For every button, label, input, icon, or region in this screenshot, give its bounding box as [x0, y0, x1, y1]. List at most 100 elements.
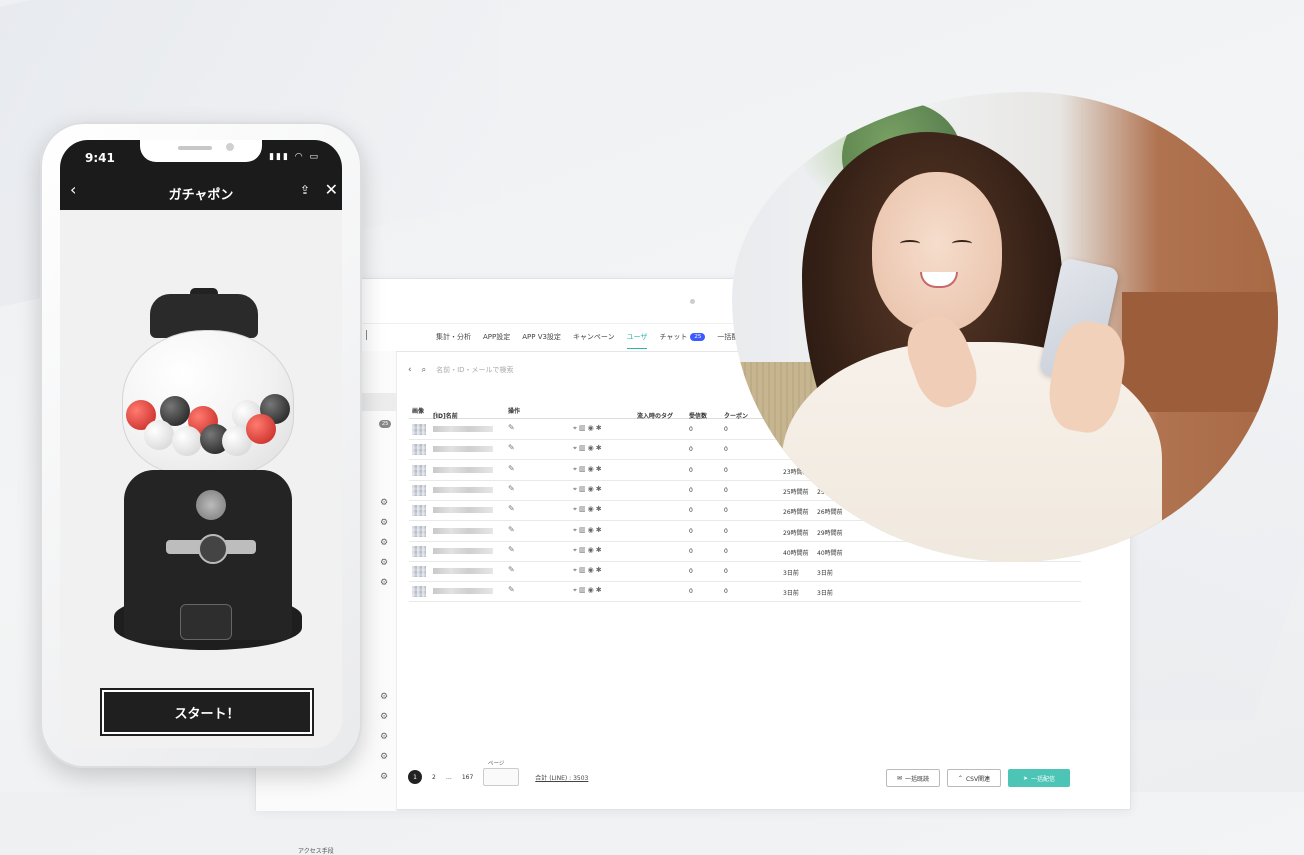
chat-icon[interactable]: ◉ [588, 566, 596, 574]
trash-icon[interactable]: ▥ [579, 526, 588, 534]
cell-coupon: 0 [724, 568, 728, 576]
gear-icon[interactable]: ⚙ [380, 693, 388, 702]
search-bar: ‹ ⌕ 名前・ID・メールで検索 [408, 363, 514, 377]
page-current[interactable]: 1 [408, 770, 422, 784]
avatar [412, 586, 426, 598]
edit-icon[interactable]: ✎ [508, 525, 515, 534]
close-icon[interactable]: ✕ [325, 180, 338, 199]
page-jump-label: ページ [488, 761, 505, 767]
gear-icon[interactable]: ⚙ [380, 733, 388, 742]
sidebar-item-access[interactable]: アクセス手段 [298, 846, 334, 855]
bug-icon[interactable]: ✱ [596, 424, 604, 432]
page-next[interactable]: 2 [432, 774, 436, 781]
trash-icon[interactable]: ▥ [579, 505, 588, 513]
table-row[interactable]: ✎ ⌖▥◉✱ 0 0 3日前 3日前 [409, 581, 1081, 603]
cell-coupon: 0 [724, 426, 728, 433]
gear-icon[interactable]: ⚙ [380, 579, 388, 588]
edit-icon[interactable]: ✎ [508, 464, 515, 473]
row-actions: ⌖▥◉✱ [573, 465, 604, 474]
nav-tab[interactable]: APP設定 [483, 326, 510, 348]
sidebar-badge: 25 [379, 420, 392, 428]
gear-icon[interactable]: ⚙ [380, 539, 388, 548]
csv-button[interactable]: ⌃ CSV関連 [947, 769, 1001, 787]
table-row[interactable]: ✎ ⌖▥◉✱ 0 0 3日前 3日前 [409, 561, 1081, 583]
share-icon[interactable]: ⇪ [300, 183, 310, 197]
nav-tab-label: 集計・分析 [436, 333, 471, 341]
bug-icon[interactable]: ✱ [596, 526, 604, 534]
chevron-left-icon[interactable]: ‹ [408, 365, 412, 375]
cell-received: 0 [689, 507, 693, 515]
trash-icon[interactable]: ▥ [579, 485, 588, 493]
chat-icon[interactable]: ◉ [588, 465, 596, 473]
gear-icon[interactable]: ⚙ [380, 519, 388, 528]
search-icon: ⌕ [421, 365, 427, 374]
page-jump-input[interactable] [483, 768, 520, 786]
gear-icon[interactable]: ⚙ [380, 559, 388, 568]
bug-icon[interactable]: ✱ [596, 586, 604, 594]
phone-mockup: 9:41 ▮▮▮ ◠ ▭ ‹ ガチャポン ⇪ ✕ スタート！ [40, 122, 362, 768]
search-input[interactable]: 名前・ID・メールで検索 [436, 365, 513, 375]
nav-tab-label: ユーザ [626, 332, 648, 341]
page-ellipsis: … [445, 773, 452, 781]
bulk-send-button[interactable]: ➤ 一括配信 [1008, 769, 1070, 787]
chat-icon[interactable]: ◉ [588, 526, 596, 534]
page-last[interactable]: 167 [462, 774, 473, 781]
chat-icon[interactable]: ◉ [588, 586, 596, 594]
edit-icon[interactable]: ✎ [508, 545, 515, 554]
gear-icon[interactable]: ⚙ [380, 499, 388, 508]
chat-icon[interactable]: ◉ [588, 485, 596, 493]
cell-received: 0 [689, 486, 693, 494]
nav-tab-label: APP V3設定 [522, 333, 561, 341]
nav-tab[interactable]: チャット 25 [659, 326, 706, 348]
chat-count-badge: 25 [690, 333, 706, 341]
edit-icon[interactable]: ✎ [508, 423, 515, 432]
cell-coupon: 0 [724, 588, 728, 596]
gacha-machine-illustration [114, 288, 302, 658]
column-header-image: 画像 [412, 408, 425, 415]
bug-icon[interactable]: ✱ [596, 465, 604, 473]
cell-received: 0 [689, 527, 693, 535]
cell-received: 0 [689, 466, 693, 474]
trash-icon[interactable]: ▥ [579, 424, 588, 432]
bug-icon[interactable]: ✱ [596, 485, 604, 493]
nav-tab[interactable]: キャンペーン [573, 326, 615, 348]
edit-icon[interactable]: ✎ [508, 484, 515, 493]
edit-icon[interactable]: ✎ [508, 504, 515, 513]
bug-icon[interactable]: ✱ [596, 566, 604, 574]
signal-wifi-battery-icon: ▮▮▮ ◠ ▭ [269, 152, 320, 162]
chat-icon[interactable]: ◉ [588, 505, 596, 513]
column-header-ops: 操作 [508, 408, 521, 415]
nav-tab[interactable]: ユーザ [626, 326, 648, 349]
trash-icon[interactable]: ▥ [579, 546, 588, 554]
edit-icon[interactable]: ✎ [508, 443, 515, 452]
trash-icon[interactable]: ▥ [579, 444, 588, 452]
bug-icon[interactable]: ✱ [596, 546, 604, 554]
nav-tab[interactable]: APP V3設定 [522, 326, 561, 348]
bug-icon[interactable]: ✱ [596, 444, 604, 452]
user-name-blurred [433, 527, 493, 534]
start-button[interactable]: スタート！ [100, 688, 314, 736]
bug-icon[interactable]: ✱ [596, 505, 604, 513]
edit-icon[interactable]: ✎ [508, 585, 515, 594]
trash-icon[interactable]: ▥ [579, 566, 588, 574]
chat-icon[interactable]: ◉ [588, 546, 596, 554]
chat-icon[interactable]: ◉ [588, 444, 596, 452]
trash-icon[interactable]: ▥ [579, 586, 588, 594]
camera-dot [690, 299, 695, 304]
nav-tab[interactable]: 集計・分析 [436, 326, 471, 348]
gear-icon[interactable]: ⚙ [380, 713, 388, 722]
gear-icon[interactable]: ⚙ [380, 773, 388, 782]
bulk-read-button[interactable]: ✉ 一括既読 [886, 769, 940, 787]
cell-last-active: 3日前 [783, 570, 799, 578]
total-count[interactable]: 合計 (LINE) : 3503 [535, 773, 588, 782]
chat-icon[interactable]: ◉ [588, 424, 596, 432]
nav-items: 集計・分析 APP設定 APP V3設定 キャンペーン ユーザ チャット 25 一括配信 [436, 323, 745, 351]
row-actions: ⌖▥◉✱ [573, 566, 604, 575]
gear-icon[interactable]: ⚙ [380, 753, 388, 762]
edit-icon[interactable]: ✎ [508, 565, 515, 574]
cell-received: 0 [689, 547, 693, 555]
trash-icon[interactable]: ▥ [579, 465, 588, 473]
user-name-blurred [433, 547, 493, 554]
avatar [412, 566, 426, 578]
row-actions: ⌖▥◉✱ [573, 586, 604, 595]
